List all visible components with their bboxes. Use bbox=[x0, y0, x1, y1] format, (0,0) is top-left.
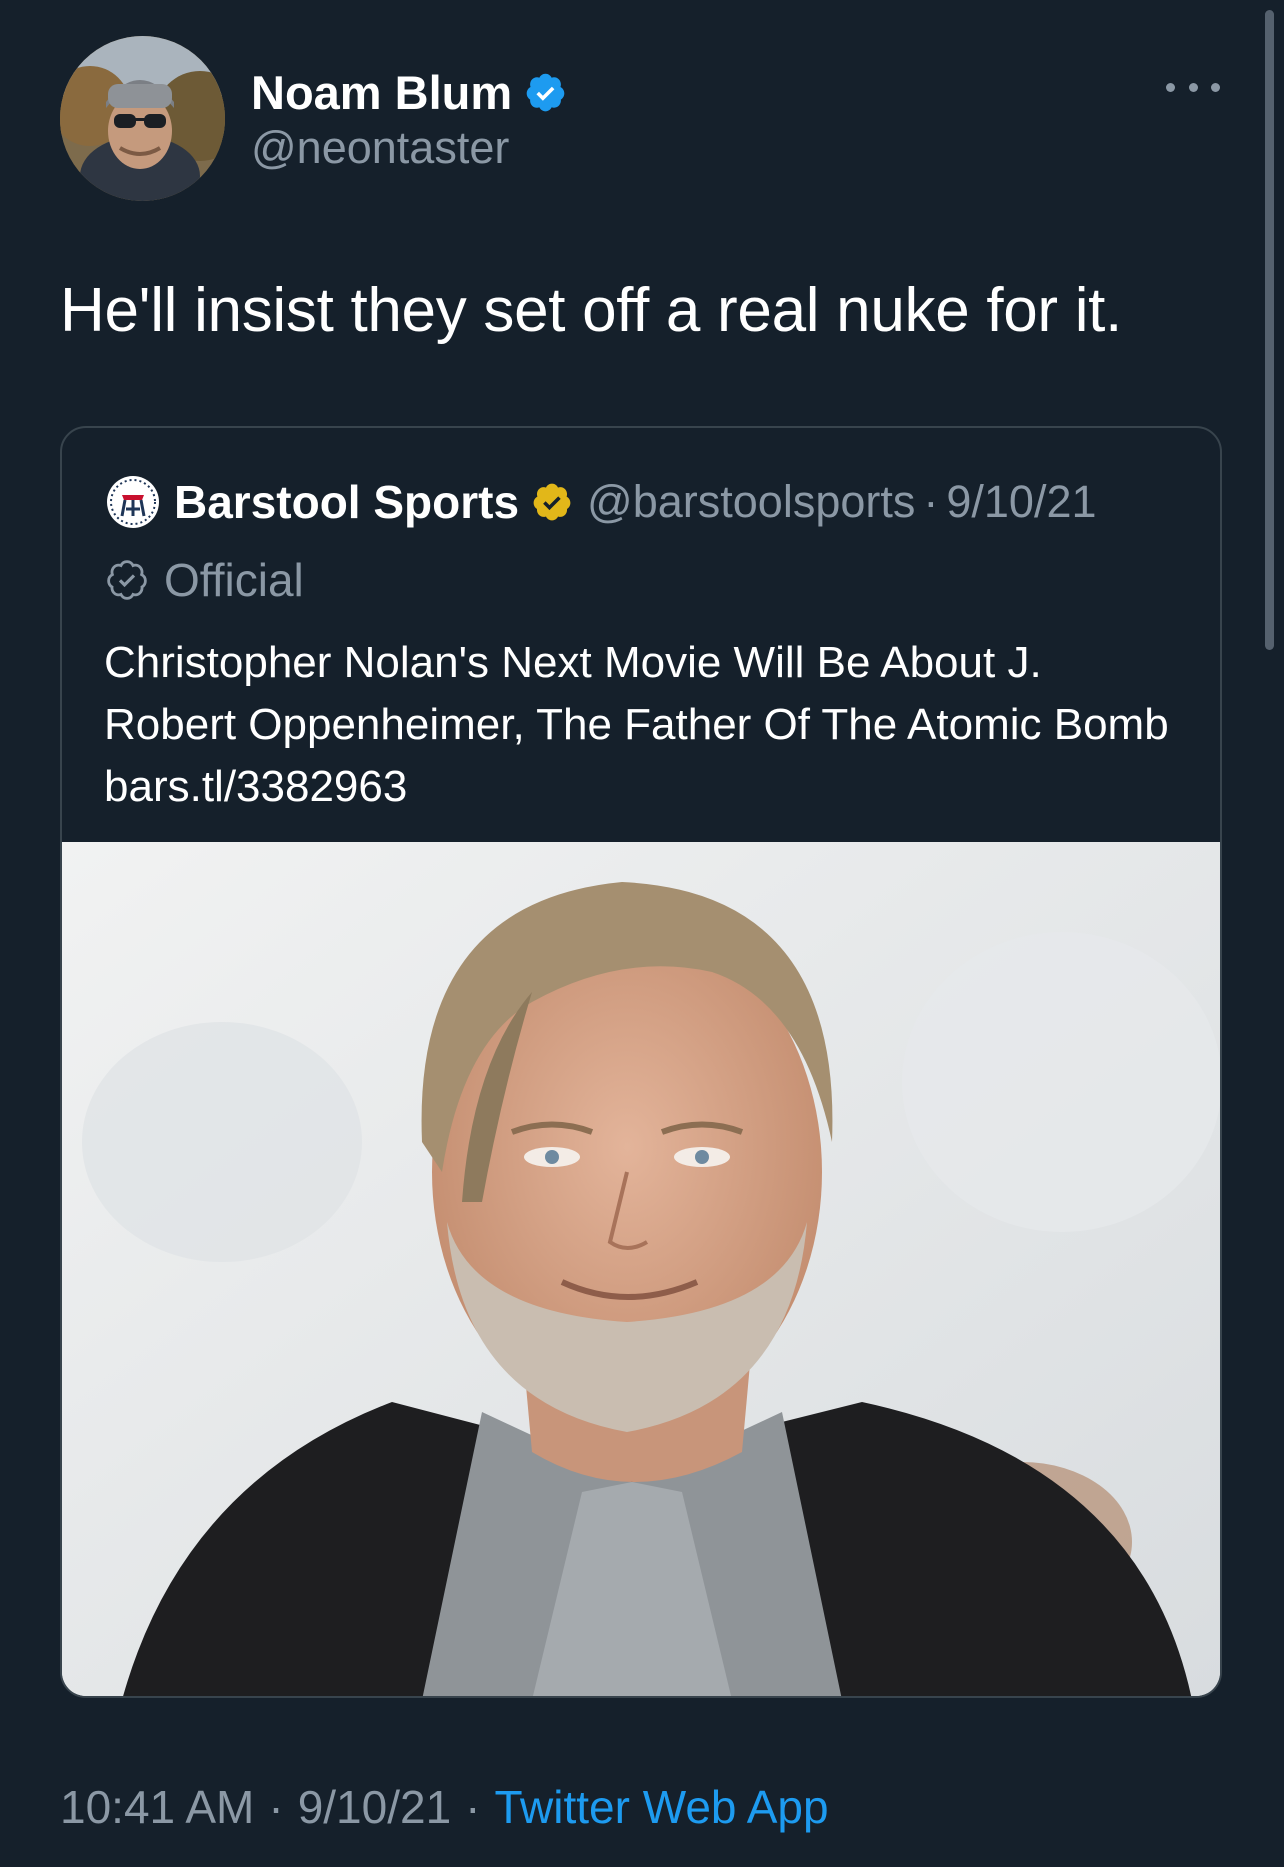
more-dot bbox=[1211, 82, 1220, 92]
author-avatar[interactable] bbox=[60, 36, 225, 201]
quoted-tweet-header: Barstool Sports @barstoolsports · 9/10/2… bbox=[106, 472, 1097, 532]
affiliation-label: Official bbox=[164, 554, 304, 606]
verified-gold-badge-icon bbox=[533, 483, 571, 521]
tweet-source-link[interactable]: Twitter Web App bbox=[495, 1780, 829, 1834]
more-options-button[interactable] bbox=[1166, 72, 1220, 102]
tweet-header: Noam Blum @neontaster bbox=[60, 36, 1230, 206]
author-name[interactable]: Noam Blum bbox=[251, 65, 512, 120]
tweet-text: He'll insist they set off a real nuke fo… bbox=[60, 276, 1123, 345]
quoted-affiliation: Official bbox=[106, 550, 304, 610]
tweet-date[interactable]: 9/10/21 bbox=[298, 1780, 451, 1834]
tweet-time[interactable]: 10:41 AM bbox=[60, 1780, 254, 1834]
more-dot bbox=[1188, 82, 1198, 92]
author-name-row: Noam Blum bbox=[251, 62, 567, 122]
more-horizontal-icon bbox=[1166, 82, 1175, 92]
avatar-photo bbox=[60, 36, 225, 201]
quoted-date[interactable]: 9/10/21 bbox=[946, 476, 1096, 528]
quoted-tweet-card[interactable]: Barstool Sports @barstoolsports · 9/10/2… bbox=[60, 426, 1222, 1698]
quoted-tweet-image[interactable] bbox=[62, 842, 1220, 1696]
author-handle[interactable]: @neontaster bbox=[251, 122, 509, 174]
barstool-logo-icon[interactable] bbox=[106, 475, 160, 529]
tweet-meta: 10:41 AM · 9/10/21 · Twitter Web App bbox=[60, 1777, 829, 1837]
meta-separator: · bbox=[268, 1781, 284, 1833]
verified-badge-icon bbox=[526, 73, 565, 111]
portrait-photo bbox=[62, 842, 1220, 1696]
quoted-author-name[interactable]: Barstool Sports bbox=[174, 475, 519, 529]
quoted-author-handle[interactable]: @barstoolsports bbox=[587, 476, 915, 528]
quoted-separator: · bbox=[923, 476, 939, 527]
official-badge-icon bbox=[107, 560, 147, 600]
quoted-tweet-text: Christopher Nolan's Next Movie Will Be A… bbox=[104, 638, 1169, 811]
scrollbar[interactable] bbox=[1265, 10, 1274, 650]
meta-separator: · bbox=[465, 1781, 481, 1833]
